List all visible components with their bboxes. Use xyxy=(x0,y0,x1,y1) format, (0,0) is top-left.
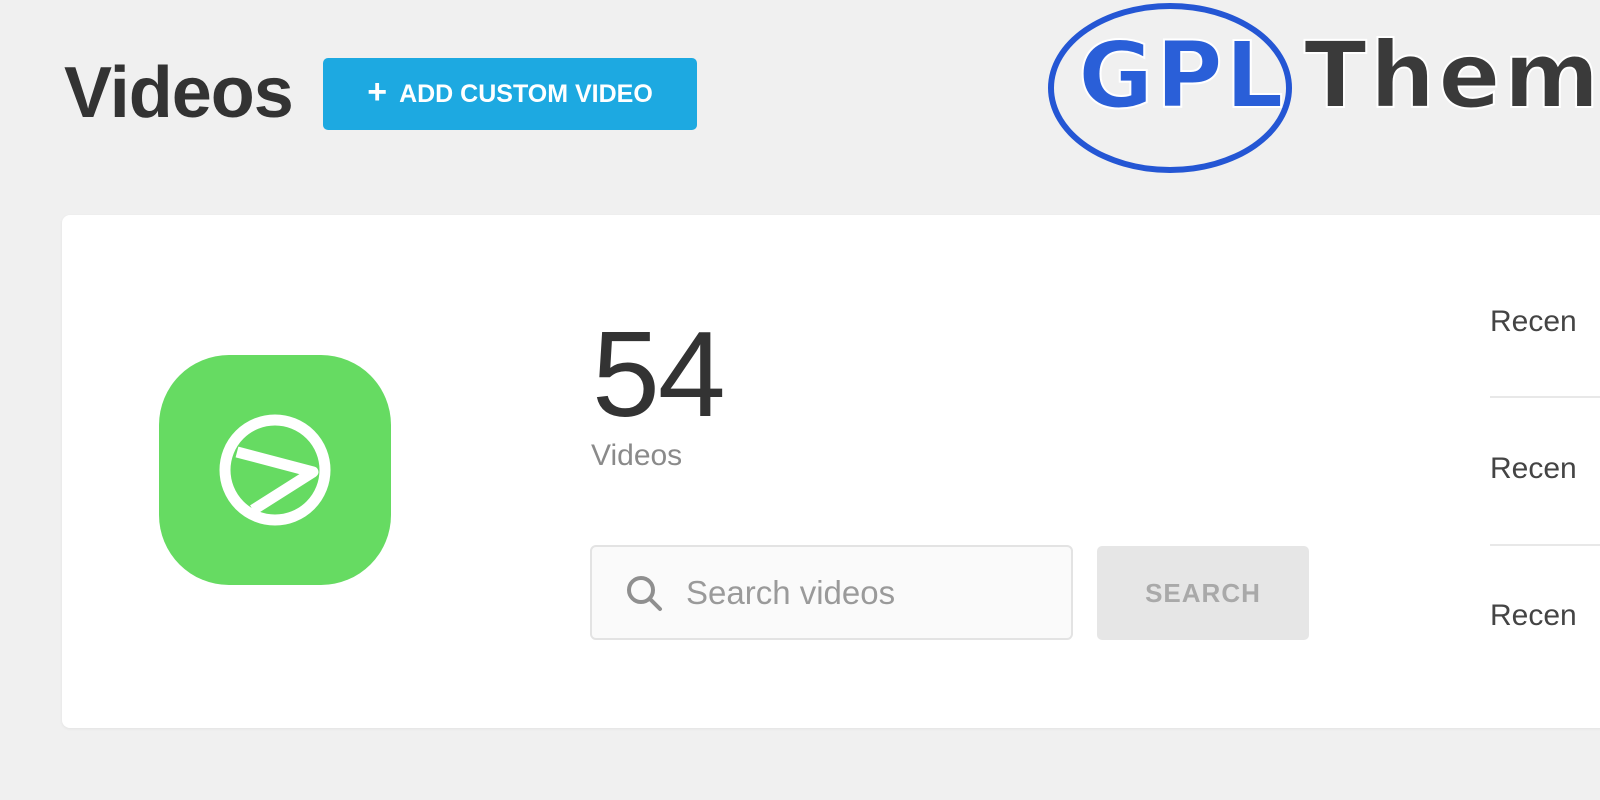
search-field[interactable] xyxy=(590,545,1073,640)
videos-page: Videos + ADD CUSTOM VIDEO GPL Them 54 Vi… xyxy=(0,0,1600,800)
video-count: 54 xyxy=(592,306,726,442)
videos-summary-card: 54 Videos SEARCH Recen Recen Recen xyxy=(62,215,1600,728)
watermark-them-text: Them xyxy=(1303,21,1600,130)
search-button[interactable]: SEARCH xyxy=(1097,546,1309,640)
plus-icon: + xyxy=(367,73,388,111)
add-custom-video-label: ADD CUSTOM VIDEO xyxy=(399,79,653,108)
search-icon xyxy=(624,572,666,614)
recent-item[interactable]: Recen xyxy=(1490,452,1600,486)
play-circle-icon xyxy=(159,355,391,585)
search-input[interactable] xyxy=(686,562,1066,623)
recent-divider xyxy=(1490,544,1600,546)
watermark-gpl-text: GPL xyxy=(1077,21,1286,130)
watermark-logo: GPL Them xyxy=(1046,0,1600,175)
recent-item[interactable]: Recen xyxy=(1490,305,1600,339)
page-title: Videos xyxy=(64,53,294,133)
recent-list: Recen Recen Recen xyxy=(1490,215,1600,728)
add-custom-video-button[interactable]: + ADD CUSTOM VIDEO xyxy=(323,58,697,130)
play-circle-glyph xyxy=(219,414,331,526)
recent-item[interactable]: Recen xyxy=(1490,599,1600,633)
video-count-label: Videos xyxy=(591,439,683,472)
recent-divider xyxy=(1490,396,1600,398)
